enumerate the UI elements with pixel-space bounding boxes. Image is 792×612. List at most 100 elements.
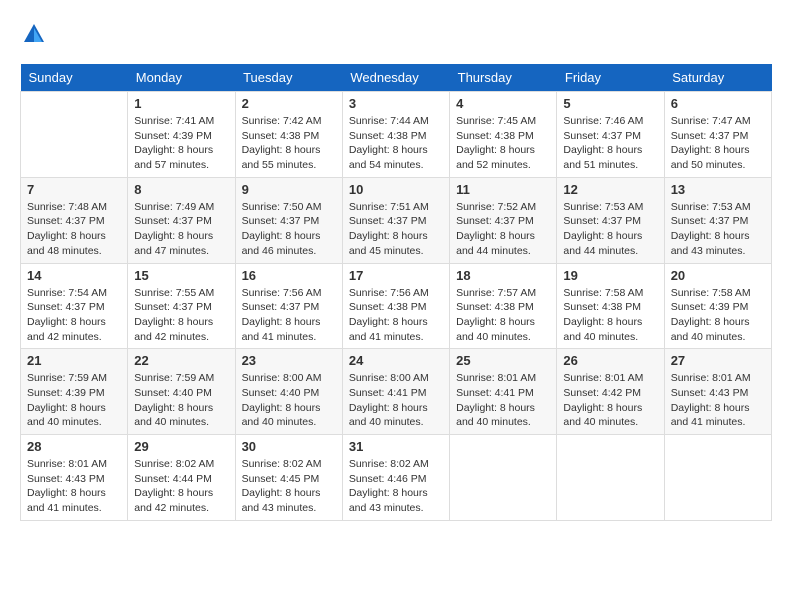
sunrise-text: Sunrise: 8:00 AM (242, 372, 322, 384)
calendar-week-row: 1 Sunrise: 7:41 AM Sunset: 4:39 PM Daylight… (21, 92, 772, 178)
sunrise-text: Sunrise: 7:46 AM (563, 115, 643, 127)
day-number: 19 (563, 268, 657, 283)
sunset-text: Sunset: 4:37 PM (242, 301, 320, 313)
day-number: 27 (671, 353, 765, 368)
sunset-text: Sunset: 4:44 PM (134, 473, 212, 485)
day-info: Sunrise: 8:00 AMSunset: 4:40 PMDaylight:… (242, 371, 336, 430)
weekday-header-monday: Monday (128, 64, 235, 92)
calendar-cell: 13Sunrise: 7:53 AMSunset: 4:37 PMDayligh… (664, 177, 771, 263)
sunrise-text: Sunrise: 7:47 AM (671, 115, 751, 127)
calendar-week-row: 14Sunrise: 7:54 AMSunset: 4:37 PMDayligh… (21, 263, 772, 349)
day-number: 2 (242, 96, 336, 111)
sunset-text: Sunset: 4:39 PM (27, 387, 105, 399)
day-info: Sunrise: 8:01 AMSunset: 4:43 PMDaylight:… (27, 457, 121, 516)
daylight-text: Daylight: 8 hours and 51 minutes. (563, 144, 642, 171)
sunrise-text: Sunrise: 7:49 AM (134, 201, 214, 213)
day-info: Sunrise: 7:57 AMSunset: 4:38 PMDaylight:… (456, 286, 550, 345)
calendar-week-row: 28Sunrise: 8:01 AMSunset: 4:43 PMDayligh… (21, 435, 772, 521)
sunset-text: Sunset: 4:41 PM (349, 387, 427, 399)
sunrise-text: Sunrise: 7:56 AM (242, 287, 322, 299)
sunset-text: Sunset: 4:39 PM (671, 301, 749, 313)
daylight-text: Daylight: 8 hours and 46 minutes. (242, 230, 321, 257)
daylight-text: Daylight: 8 hours and 40 minutes. (242, 402, 321, 429)
sunrise-text: Sunrise: 8:02 AM (242, 458, 322, 470)
day-info: Sunrise: 8:02 AMSunset: 4:45 PMDaylight:… (242, 457, 336, 516)
daylight-text: Daylight: 8 hours and 57 minutes. (134, 144, 213, 171)
day-number: 31 (349, 439, 443, 454)
day-info: Sunrise: 8:00 AMSunset: 4:41 PMDaylight:… (349, 371, 443, 430)
daylight-text: Daylight: 8 hours and 43 minutes. (671, 230, 750, 257)
sunrise-text: Sunrise: 7:53 AM (671, 201, 751, 213)
day-info: Sunrise: 7:49 AMSunset: 4:37 PMDaylight:… (134, 200, 228, 259)
day-number: 18 (456, 268, 550, 283)
sunset-text: Sunset: 4:43 PM (671, 387, 749, 399)
daylight-text: Daylight: 8 hours and 42 minutes. (134, 316, 213, 343)
logo (20, 20, 52, 48)
daylight-text: Daylight: 8 hours and 55 minutes. (242, 144, 321, 171)
sunrise-text: Sunrise: 7:52 AM (456, 201, 536, 213)
calendar-week-row: 21Sunrise: 7:59 AMSunset: 4:39 PMDayligh… (21, 349, 772, 435)
day-info: Sunrise: 7:47 AMSunset: 4:37 PMDaylight:… (671, 114, 765, 173)
sunrise-text: Sunrise: 7:51 AM (349, 201, 429, 213)
sunrise-text: Sunrise: 7:55 AM (134, 287, 214, 299)
daylight-text: Daylight: 8 hours and 52 minutes. (456, 144, 535, 171)
daylight-text: Daylight: 8 hours and 41 minutes. (671, 402, 750, 429)
day-info: Sunrise: 7:55 AM Sunset: 4:37 PM Daylight:… (134, 286, 228, 345)
day-info: Sunrise: 7:42 AMSunset: 4:38 PMDaylight:… (242, 114, 336, 173)
sunrise-text: Sunrise: 7:57 AM (456, 287, 536, 299)
day-info: Sunrise: 7:58 AMSunset: 4:38 PMDaylight:… (563, 286, 657, 345)
sunrise-text: Sunrise: 7:58 AM (671, 287, 751, 299)
sunrise-text: Sunrise: 7:42 AM (242, 115, 322, 127)
sunset-text: Sunset: 4:38 PM (349, 301, 427, 313)
logo-icon (20, 20, 48, 48)
daylight-text: Daylight: 8 hours and 45 minutes. (349, 230, 428, 257)
calendar-cell: 19 Sunrise: 7:58 AMSunset: 4:38 PMDayligh… (557, 263, 664, 349)
sunset-text: Sunset: 4:37 PM (456, 215, 534, 227)
daylight-text: Daylight: 8 hours and 47 minutes. (134, 230, 213, 257)
calendar-cell: 26Sunrise: 8:01 AMSunset: 4:42 PMDayligh… (557, 349, 664, 435)
daylight-text: Daylight: 8 hours and 43 minutes. (242, 487, 321, 514)
sunset-text: Sunset: 4:37 PM (242, 215, 320, 227)
sunset-text: Sunset: 4:37 PM (563, 130, 641, 142)
day-number: 15 (134, 268, 228, 283)
sunset-text: Sunset: 4:37 PM (134, 301, 212, 313)
sunrise-text: Sunrise: 7:41 AM (134, 115, 214, 127)
sunset-text: Sunset: 4:37 PM (671, 130, 749, 142)
sunrise-text: Sunrise: 7:45 AM (456, 115, 536, 127)
daylight-text: Daylight: 8 hours and 40 minutes. (349, 402, 428, 429)
calendar-cell (450, 435, 557, 521)
day-number: 14 (27, 268, 121, 283)
day-info: Sunrise: 7:56 AMSunset: 4:38 PMDaylight:… (349, 286, 443, 345)
sunset-text: Sunset: 4:39 PM (134, 130, 212, 142)
day-number: 6 (671, 96, 765, 111)
calendar-cell: 14Sunrise: 7:54 AMSunset: 4:37 PMDayligh… (21, 263, 128, 349)
sunrise-text: Sunrise: 7:59 AM (27, 372, 107, 384)
sunset-text: Sunset: 4:42 PM (563, 387, 641, 399)
page-header (20, 20, 772, 48)
calendar-cell: 18 Sunrise: 7:57 AMSunset: 4:38 PMDayligh… (450, 263, 557, 349)
calendar-cell: 20Sunrise: 7:58 AMSunset: 4:39 PMDayligh… (664, 263, 771, 349)
calendar-cell: 15 Sunrise: 7:55 AM Sunset: 4:37 PM Dayligh… (128, 263, 235, 349)
daylight-text: Daylight: 8 hours and 40 minutes. (563, 402, 642, 429)
day-number: 1 (134, 96, 228, 111)
day-info: Sunrise: 8:01 AMSunset: 4:43 PMDaylight:… (671, 371, 765, 430)
day-number: 17 (349, 268, 443, 283)
daylight-text: Daylight: 8 hours and 43 minutes. (349, 487, 428, 514)
daylight-text: Daylight: 8 hours and 40 minutes. (27, 402, 106, 429)
daylight-text: Daylight: 8 hours and 40 minutes. (456, 402, 535, 429)
weekday-header-row: SundayMondayTuesdayWednesdayThursdayFrid… (21, 64, 772, 92)
day-number: 20 (671, 268, 765, 283)
day-number: 11 (456, 182, 550, 197)
day-info: Sunrise: 7:45 AMSunset: 4:38 PMDaylight:… (456, 114, 550, 173)
calendar-cell: 27 Sunrise: 8:01 AMSunset: 4:43 PMDayligh… (664, 349, 771, 435)
day-number: 8 (134, 182, 228, 197)
sunset-text: Sunset: 4:43 PM (27, 473, 105, 485)
day-number: 9 (242, 182, 336, 197)
calendar-cell: 10Sunrise: 7:51 AMSunset: 4:37 PMDayligh… (342, 177, 449, 263)
sunset-text: Sunset: 4:41 PM (456, 387, 534, 399)
daylight-text: Daylight: 8 hours and 48 minutes. (27, 230, 106, 257)
daylight-text: Daylight: 8 hours and 44 minutes. (456, 230, 535, 257)
daylight-text: Daylight: 8 hours and 41 minutes. (27, 487, 106, 514)
calendar-cell: 22Sunrise: 7:59 AMSunset: 4:40 PMDayligh… (128, 349, 235, 435)
calendar-cell: 7Sunrise: 7:48 AMSunset: 4:37 PMDaylight… (21, 177, 128, 263)
